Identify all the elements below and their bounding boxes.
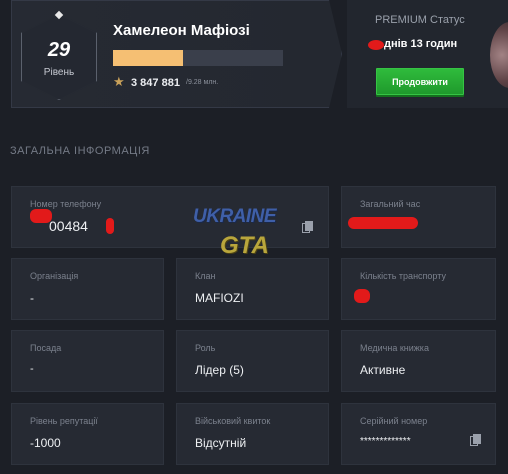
vehicles-card: Кількість транспорту <box>341 258 496 320</box>
total-time-redaction <box>348 217 418 229</box>
organization-value: - <box>30 291 34 305</box>
premium-remaining: днів 13 годин <box>384 38 458 50</box>
vehicles-redaction <box>354 289 370 303</box>
extend-premium-button[interactable]: Продовжити <box>376 68 464 95</box>
serial-number-value: ************* <box>360 436 411 447</box>
watermark-line2: GTA <box>220 232 269 259</box>
xp-progress-bar <box>113 50 283 66</box>
position-label: Посада <box>30 343 62 353</box>
player-name: Хамелеон Мафіозі <box>113 22 250 39</box>
profile-header: 29 Рівень Хамелеон Мафіозі ★ 3 847 881 /… <box>0 0 508 112</box>
organization-card: Організація - <box>11 258 164 320</box>
star-icon: ★ <box>113 74 125 89</box>
role-value: Лідер (5) <box>195 363 244 377</box>
vehicles-label: Кількість транспорту <box>360 271 446 281</box>
phone-label: Номер телефону <box>30 199 102 209</box>
medical-book-card: Медична книжка Активне <box>341 330 496 392</box>
xp-value: 3 847 881 <box>131 77 180 89</box>
phone-redaction-2 <box>106 218 114 234</box>
watermark-line1: UKRAINE <box>193 206 277 227</box>
military-id-value: Відсутній <box>195 436 247 450</box>
total-time-card: Загальний час <box>341 186 496 248</box>
reputation-label: Рівень репутації <box>30 416 98 426</box>
section-title: ЗАГАЛЬНА ІНФОРМАЦІЯ <box>10 145 150 157</box>
copy-icon[interactable] <box>470 434 482 446</box>
military-id-label: Військовий квиток <box>195 416 271 426</box>
serial-number-card: Серійний номер ************* <box>341 403 496 465</box>
medical-book-label: Медична книжка <box>360 343 429 353</box>
premium-title: PREMIUM Статус <box>375 14 465 26</box>
military-id-card: Військовий квиток Відсутній <box>176 403 329 465</box>
reputation-card: Рівень репутації -1000 <box>11 403 164 465</box>
reputation-value: -1000 <box>30 436 61 450</box>
role-card: Роль Лідер (5) <box>176 330 329 392</box>
xp-progress-fill <box>113 50 183 66</box>
clan-value: MAFIOZI <box>195 291 244 305</box>
organization-label: Організація <box>30 271 79 281</box>
total-time-label: Загальний час <box>360 199 421 209</box>
medical-book-value: Активне <box>360 363 406 377</box>
level-label: Рівень <box>43 67 75 78</box>
role-label: Роль <box>195 343 216 353</box>
clan-label: Клан <box>195 271 216 281</box>
serial-number-label: Серійний номер <box>360 416 428 426</box>
level-number: 29 <box>47 39 71 61</box>
xp-max: /9.28 млн. <box>186 79 219 86</box>
watermark-logo: UKRAINE GTA <box>193 206 319 268</box>
position-value: - <box>30 363 34 375</box>
phone-value: 00484 <box>49 218 88 234</box>
position-card: Посада - <box>11 330 164 392</box>
premium-redaction <box>368 40 384 50</box>
